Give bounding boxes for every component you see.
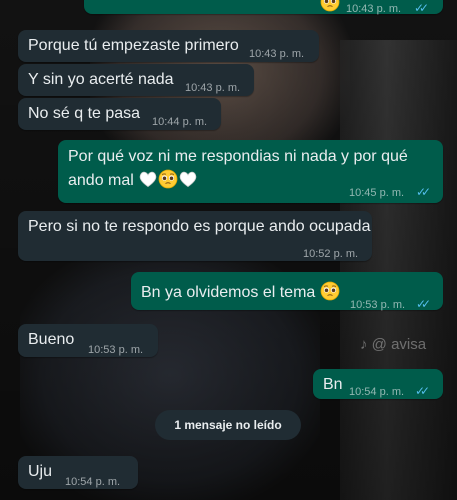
message-text-content: Bn ya olvidemos el tema <box>141 284 316 301</box>
message-outgoing[interactable]: Bn 10:54 p. m. ✓✓ <box>313 369 443 399</box>
white-heart-icon <box>178 169 198 189</box>
message-incoming[interactable]: Bueno 10:53 p. m. <box>18 324 158 357</box>
message-text: Y sin yo acerté nada <box>28 71 174 88</box>
message-time: 10:43 p. m. <box>346 3 402 15</box>
message-text: Bn <box>323 376 343 393</box>
double-check-icon: ✓✓ <box>415 384 430 398</box>
message-incoming[interactable]: No sé q te pasa 10:44 p. m. <box>18 98 221 130</box>
message-incoming[interactable]: Porque tú empezaste primero 10:43 p. m. <box>18 30 319 62</box>
message-outgoing[interactable]: 10:43 p. m. ✓✓ <box>84 0 443 15</box>
message-text: Uju <box>28 463 53 480</box>
unread-messages-banner: 1 mensaje no leído <box>155 410 301 440</box>
message-outgoing[interactable]: Bn ya olvidemos el tema 10:53 p. m. ✓✓ <box>131 272 443 311</box>
message-time: 10:53 p. m. <box>350 299 406 311</box>
message-time: 10:54 p. m. <box>65 476 121 488</box>
message-time: 10:53 p. m. <box>88 344 144 356</box>
message-text: Pero si no te respondo es porque ando oc… <box>28 218 371 235</box>
double-check-icon: ✓✓ <box>414 1 429 15</box>
double-check-icon: ✓✓ <box>416 185 431 199</box>
message-text-line-2: ando mal <box>68 169 198 191</box>
message-outgoing[interactable]: Por qué voz ni me respondias ni nada y p… <box>58 140 443 203</box>
message-time: 10:52 p. m. <box>303 248 359 260</box>
pleading-face-icon <box>320 281 340 301</box>
message-time: 10:43 p. m. <box>249 48 305 60</box>
message-time: 10:45 p. m. <box>349 187 405 199</box>
double-check-icon: ✓✓ <box>416 297 431 311</box>
message-incoming[interactable]: Uju 10:54 p. m. <box>18 456 138 489</box>
message-text: No sé q te pasa <box>28 105 141 122</box>
message-incoming[interactable]: Pero si no te respondo es porque ando oc… <box>18 211 372 261</box>
message-text: Bueno <box>28 331 75 348</box>
message-incoming[interactable]: Y sin yo acerté nada 10:43 p. m. <box>18 64 254 96</box>
white-heart-icon <box>138 169 158 189</box>
message-time: 10:54 p. m. <box>349 386 405 398</box>
pleading-face-icon <box>320 0 340 12</box>
message-time: 10:43 p. m. <box>185 82 241 94</box>
message-text-line-1: Por qué voz ni me respondias ni nada y p… <box>68 148 408 165</box>
message-time: 10:44 p. m. <box>152 116 208 128</box>
pleading-face-icon <box>158 169 178 189</box>
watermark: ♪ @ avisa <box>360 336 427 353</box>
message-text: Bn ya olvidemos el tema <box>141 281 340 303</box>
message-text: ando mal <box>68 172 134 189</box>
message-text: Porque tú empezaste primero <box>28 37 239 54</box>
